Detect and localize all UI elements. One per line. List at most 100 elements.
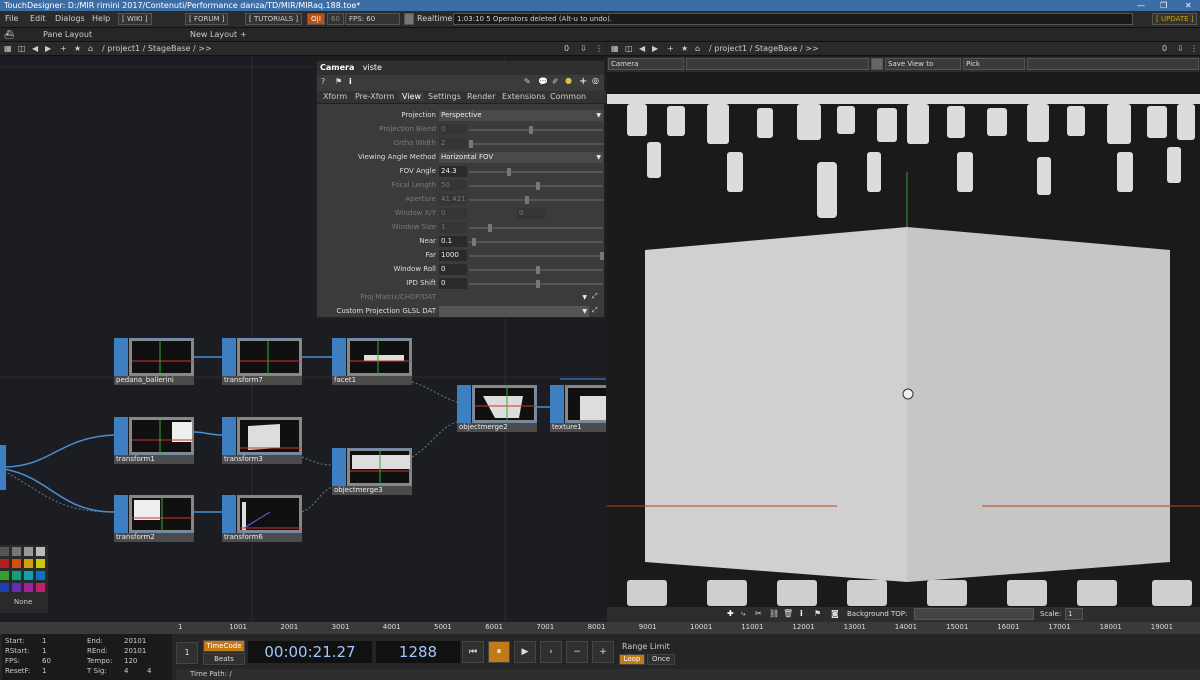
param-value[interactable]: 0: [439, 264, 467, 275]
swatch[interactable]: [12, 559, 21, 568]
camera-icon[interactable]: [871, 58, 883, 70]
param-slider[interactable]: [469, 238, 603, 246]
new-layout-button[interactable]: New Layout: [190, 30, 237, 39]
tsig-value-1[interactable]: 4: [124, 667, 128, 675]
play-icon[interactable]: ▶: [514, 641, 536, 663]
tab-xform[interactable]: Xform: [323, 92, 347, 101]
once-toggle[interactable]: Once: [647, 654, 675, 665]
swatch[interactable]: [36, 547, 45, 556]
wiki-button[interactable]: [ WIKI ]: [118, 13, 152, 25]
param-value[interactable]: 24.3: [439, 166, 467, 177]
param-slider[interactable]: [469, 126, 603, 134]
info-icon[interactable]: i: [800, 609, 803, 618]
add-icon[interactable]: +: [60, 44, 67, 53]
node-flags[interactable]: [332, 448, 346, 486]
slider-handle[interactable]: [536, 280, 540, 288]
swatch[interactable]: [24, 571, 33, 580]
input-node-stub[interactable]: [0, 445, 6, 490]
background-top-field[interactable]: [914, 608, 1034, 620]
op-name[interactable]: viste: [363, 63, 382, 72]
param-value[interactable]: 1000: [439, 250, 467, 261]
param-value[interactable]: 0: [439, 208, 467, 219]
home-icon[interactable]: ⌂: [88, 44, 93, 53]
split-icon[interactable]: ◫: [18, 44, 26, 53]
comment-icon[interactable]: 💬: [538, 77, 548, 86]
back-icon[interactable]: ◀: [639, 44, 645, 53]
tab-render[interactable]: Render: [467, 92, 495, 101]
param-value[interactable]: 50: [439, 180, 467, 191]
node-texture1[interactable]: texture1: [550, 385, 606, 432]
param-value[interactable]: 2: [439, 138, 467, 149]
slider-handle[interactable]: [600, 252, 605, 260]
node-flags[interactable]: [550, 385, 564, 423]
tab-pre-xform[interactable]: Pre-Xform: [355, 92, 394, 101]
param-value[interactable]: 41.421: [439, 194, 467, 205]
beats-toggle[interactable]: Beats: [203, 653, 245, 665]
param-slider[interactable]: [469, 140, 603, 148]
node-flags[interactable]: [222, 338, 236, 376]
swatch[interactable]: [24, 559, 33, 568]
param-menu[interactable]: Horizontal FOV: [439, 152, 603, 163]
swatch[interactable]: [36, 559, 45, 568]
slider-handle[interactable]: [529, 126, 534, 134]
edit-icon[interactable]: ✐: [552, 77, 559, 86]
download-icon[interactable]: ⇩: [580, 44, 587, 53]
node-label[interactable]: transform7: [222, 376, 302, 385]
pane-menu-icon[interactable]: ▦: [611, 44, 619, 53]
python-logo-icon[interactable]: ●: [565, 76, 572, 85]
split-icon[interactable]: ◫: [625, 44, 633, 53]
timeline-ruler[interactable]: 1 1001 2001 3001 4001 5001 6001 7001 8001 9001 100…: [0, 622, 1200, 634]
node-label[interactable]: objectmerge3: [332, 486, 412, 495]
timecode-display[interactable]: 00:00:21.27: [248, 641, 372, 663]
menu-help[interactable]: Help: [92, 14, 110, 23]
loop-toggle[interactable]: Loop: [619, 654, 645, 665]
slider-handle[interactable]: [536, 182, 540, 190]
param-slider[interactable]: [469, 266, 603, 274]
node-flags[interactable]: [114, 495, 128, 533]
camera-path-field[interactable]: [686, 58, 869, 70]
close-icon[interactable]: ✕: [1185, 0, 1192, 11]
pane-layout-button[interactable]: Pane Layout: [43, 30, 92, 39]
param-slider[interactable]: [469, 252, 605, 260]
python-icon[interactable]: ⚑: [335, 77, 342, 86]
snap-icon[interactable]: ⤷: [741, 609, 745, 619]
param-slider[interactable]: [469, 182, 603, 190]
swatch[interactable]: [0, 583, 9, 592]
fps-value[interactable]: 60: [42, 657, 51, 665]
node-transform3[interactable]: transform3: [222, 417, 302, 464]
swatch[interactable]: [24, 583, 33, 592]
pencil-icon[interactable]: ✎: [524, 77, 531, 86]
realtime-checkbox[interactable]: [404, 13, 414, 25]
frame-display[interactable]: 1288: [376, 641, 460, 663]
swatch[interactable]: [0, 547, 9, 556]
timecode-toggle[interactable]: TimeCode: [203, 640, 245, 652]
drag-target-icon[interactable]: ⤢: [592, 306, 598, 315]
node-label[interactable]: transform6: [222, 533, 302, 542]
slider-handle[interactable]: [469, 140, 473, 148]
save-view-select[interactable]: Save View to: [885, 58, 961, 70]
end-value[interactable]: 20101: [124, 637, 146, 645]
scale-field[interactable]: 1: [1065, 608, 1083, 620]
rstart-value[interactable]: 1: [42, 647, 46, 655]
minus-icon[interactable]: −: [566, 641, 588, 663]
flag-icon[interactable]: ⚑: [814, 609, 821, 618]
minimize-icon[interactable]: —: [1137, 0, 1145, 11]
slider-handle[interactable]: [536, 266, 540, 274]
param-field[interactable]: [439, 306, 589, 317]
resetf-value[interactable]: 1: [42, 667, 46, 675]
swatch[interactable]: [12, 583, 21, 592]
scissors-icon[interactable]: ✂: [755, 609, 762, 618]
node-transform2[interactable]: transform2: [114, 495, 194, 542]
node-transform7[interactable]: transform7: [222, 338, 302, 385]
trash-icon[interactable]: 🗑: [783, 609, 793, 618]
pick-select[interactable]: Pick: [963, 58, 1025, 70]
one-button[interactable]: 1: [176, 642, 198, 664]
download-icon[interactable]: ⇩: [1177, 44, 1184, 53]
node-label[interactable]: transform1: [114, 455, 194, 464]
node-flags[interactable]: [332, 338, 346, 376]
tab-common[interactable]: Common: [550, 92, 586, 101]
geometry-viewer[interactable]: [607, 72, 1200, 607]
param-value[interactable]: 0: [439, 278, 467, 289]
palette-none[interactable]: None: [14, 598, 32, 606]
more-icon[interactable]: ⋮: [595, 44, 603, 53]
